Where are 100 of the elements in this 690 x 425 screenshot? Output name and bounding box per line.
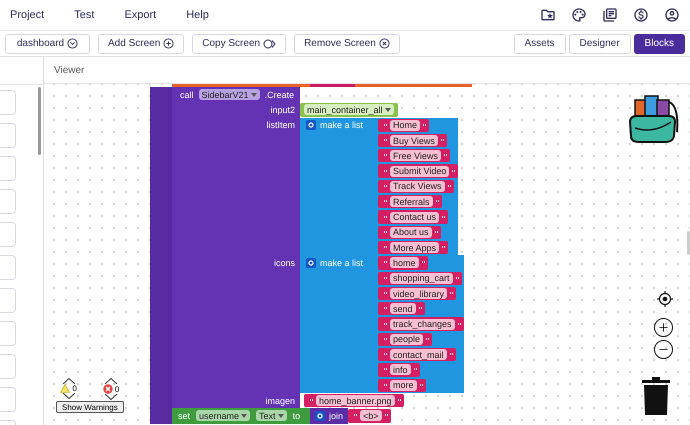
text-value[interactable]: video_library	[390, 288, 448, 299]
viewer-title: Viewer	[54, 64, 84, 76]
socket-label: icons	[272, 256, 296, 270]
zoom-in-icon[interactable]	[654, 318, 673, 337]
target-icon[interactable]	[657, 291, 673, 307]
screen-action-button[interactable]: Add Screen	[98, 34, 184, 54]
caret-icon	[384, 108, 391, 112]
text-block[interactable]: <b>	[348, 409, 391, 423]
text-block[interactable]: contact_mail	[378, 348, 456, 362]
quote-mark-icon	[354, 414, 358, 418]
text-block[interactable]: send	[378, 302, 425, 316]
property-dropdown[interactable]: Text	[256, 410, 287, 422]
text-block[interactable]: shopping_cart	[378, 272, 462, 285]
arrow-up-icon[interactable]	[62, 378, 76, 384]
scrollbar[interactable]	[38, 87, 41, 155]
text-value[interactable]: shopping_cart	[390, 272, 453, 284]
caret-icon	[278, 414, 284, 418]
text-value[interactable]: home_banner.png	[316, 395, 395, 406]
screen-action-button[interactable]: Copy Screen	[192, 34, 286, 54]
menu-item[interactable]: Help	[186, 9, 209, 21]
component-dropdown[interactable]: SidebarV21	[198, 89, 260, 100]
show-warnings-button[interactable]: Show Warnings	[56, 401, 124, 413]
set-block[interactable]: set username Text to	[172, 408, 310, 424]
method-name: .Create	[264, 90, 294, 100]
text-value[interactable]: About us	[390, 226, 432, 238]
quote-mark-icon	[440, 139, 444, 142]
block-label: make a list	[320, 258, 364, 268]
screen-dropdown[interactable]: dashboard	[5, 34, 90, 54]
text-value[interactable]: Submit Video	[390, 166, 450, 177]
view-tab[interactable]: Assets	[514, 34, 566, 54]
text-block[interactable]: info	[378, 363, 420, 377]
user-icon[interactable]	[664, 7, 680, 23]
text-block[interactable]: home_banner.png	[304, 394, 404, 408]
quote-mark-icon	[384, 246, 387, 250]
palette-icon[interactable]	[571, 7, 587, 23]
menu-item[interactable]: Test	[74, 9, 94, 21]
text-block[interactable]: track_changes	[378, 317, 464, 331]
text-value[interactable]: More Apps	[390, 242, 440, 254]
arrow-up-icon[interactable]	[104, 378, 118, 384]
text-value[interactable]: track_changes	[390, 318, 455, 330]
view-tab[interactable]: Designer	[568, 34, 631, 54]
text-value[interactable]: Buy Views	[390, 135, 438, 146]
component-block[interactable]: main_container_all	[300, 102, 398, 117]
trash-icon[interactable]	[642, 377, 670, 415]
arrow-down-icon[interactable]	[62, 393, 76, 399]
text-value[interactable]: more	[390, 380, 417, 391]
folder-star-icon[interactable]	[540, 7, 556, 23]
text-block[interactable]: Referrals	[378, 195, 442, 208]
quote-mark-icon	[448, 184, 451, 188]
text-value[interactable]: home	[390, 257, 419, 268]
text-value[interactable]: Free Views	[390, 150, 441, 162]
quote-mark-icon	[384, 124, 387, 127]
text-value[interactable]: Track Views	[390, 180, 445, 192]
join-block[interactable]: join	[310, 408, 348, 424]
text-value[interactable]: Contact us	[390, 212, 440, 223]
quote-mark-icon	[384, 307, 387, 310]
text-block[interactable]: home	[378, 256, 428, 270]
warning-icon	[60, 384, 70, 393]
quote-mark-icon	[423, 124, 426, 127]
text-block[interactable]: More Apps	[378, 240, 448, 254]
arrow-down-icon[interactable]	[104, 394, 118, 400]
zoom-out-icon[interactable]	[654, 340, 673, 359]
text-value[interactable]: <b>	[360, 410, 382, 422]
caret-icon	[241, 414, 248, 418]
text-value[interactable]: contact_mail	[390, 349, 447, 360]
block-keyword: set	[178, 410, 190, 421]
text-value[interactable]: people	[390, 334, 424, 345]
text-block[interactable]: Home	[378, 118, 430, 132]
scrollbar[interactable]	[687, 231, 690, 255]
quote-mark-icon	[384, 353, 387, 356]
quote-mark-icon	[384, 322, 387, 326]
text-value[interactable]: Referrals	[390, 196, 433, 208]
text-block[interactable]: video_library	[378, 286, 456, 300]
text-block[interactable]: Contact us	[378, 210, 448, 224]
dollar-icon[interactable]	[633, 7, 649, 23]
error-icon	[102, 384, 113, 394]
menu-item[interactable]: Project	[10, 9, 44, 21]
quote-mark-icon	[414, 368, 417, 372]
text-block[interactable]: Submit Video	[378, 164, 458, 178]
text-value[interactable]: info	[390, 364, 411, 376]
component-dropdown[interactable]: main_container_all	[304, 104, 394, 116]
text-block[interactable]: people	[378, 332, 432, 346]
text-block[interactable]: Buy Views	[378, 134, 447, 148]
text-block[interactable]: About us	[378, 226, 441, 239]
call-block[interactable]	[172, 87, 300, 408]
text-value[interactable]: send	[390, 303, 416, 314]
text-block[interactable]: Free Views	[378, 149, 450, 162]
block-keyword: call	[180, 90, 194, 100]
quote-mark-icon	[442, 216, 446, 219]
view-tab[interactable]: Blocks	[634, 34, 685, 54]
quote-mark-icon	[398, 399, 401, 402]
quote-mark-icon	[444, 154, 447, 158]
text-block[interactable]: more	[378, 378, 426, 392]
component-dropdown[interactable]: username	[196, 410, 250, 422]
text-block[interactable]: Track Views	[378, 180, 454, 194]
screen-action-button[interactable]: Remove Screen	[294, 34, 400, 54]
quote-mark-icon	[422, 261, 425, 264]
menu-item[interactable]: Export	[124, 9, 156, 21]
text-value[interactable]: Home	[390, 120, 420, 131]
book-stack-icon[interactable]	[602, 7, 618, 23]
